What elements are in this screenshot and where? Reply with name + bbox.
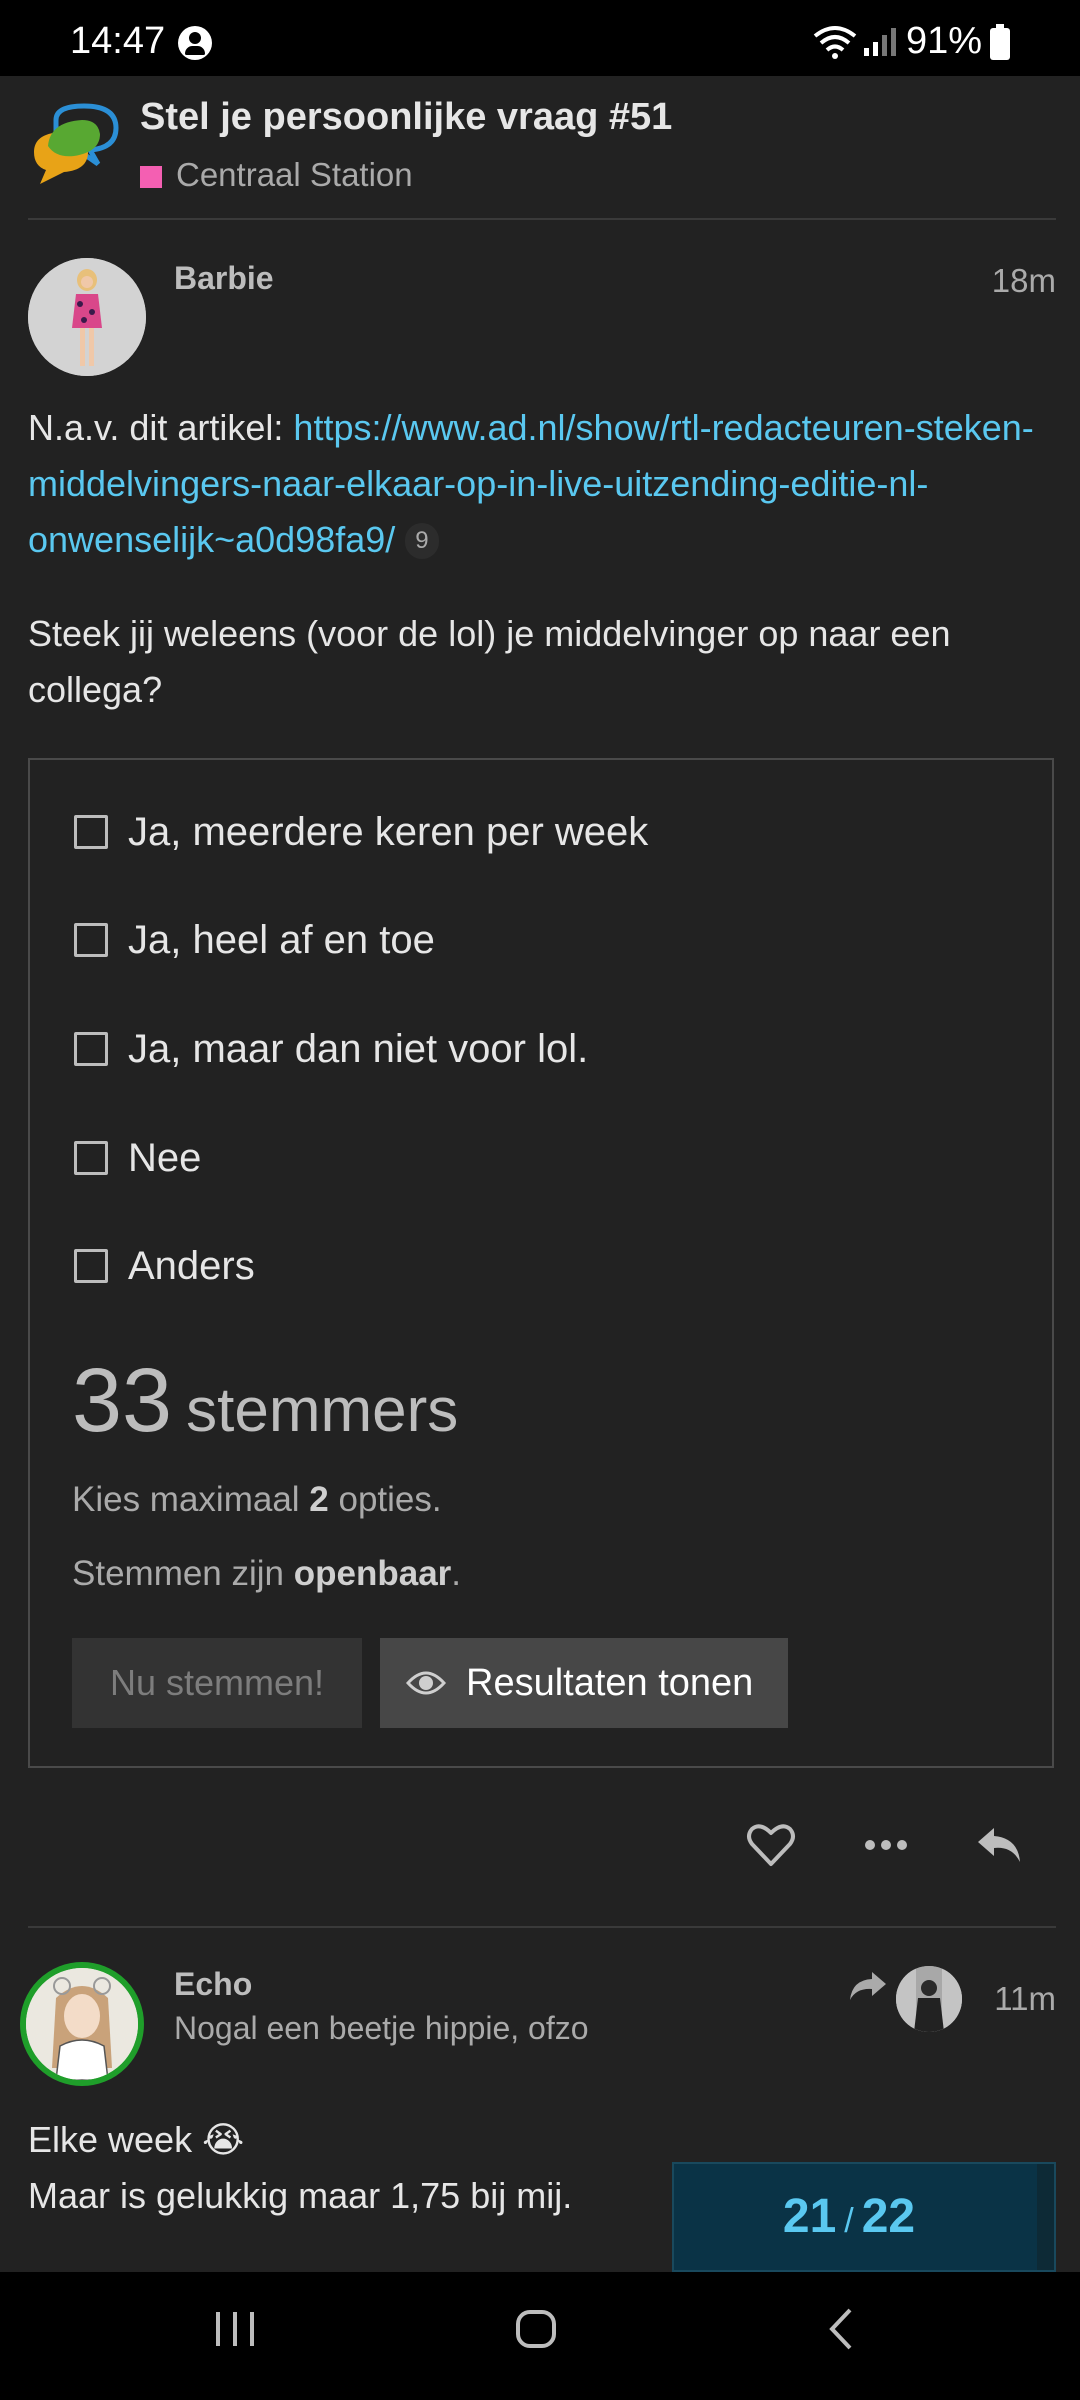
vote-button[interactable]: Nu stemmen! bbox=[72, 1638, 362, 1728]
like-heart-icon[interactable] bbox=[746, 1822, 796, 1868]
signal-icon bbox=[864, 28, 896, 56]
category-badge[interactable]: Centraal Station bbox=[140, 156, 413, 194]
progress-current: 21 bbox=[782, 2190, 837, 2243]
post-username[interactable]: Echo bbox=[174, 1966, 252, 2003]
voters-label: stemmers bbox=[186, 1376, 459, 1445]
reply-icon[interactable] bbox=[974, 1822, 1024, 1868]
poll-option[interactable]: Ja, meerdere keren per week bbox=[74, 802, 648, 862]
more-options-icon[interactable] bbox=[862, 1822, 910, 1868]
poll-option-label: Ja, meerdere keren per week bbox=[128, 810, 649, 854]
checkbox-icon[interactable] bbox=[74, 815, 108, 849]
topic-title[interactable]: Stel je persoonlijke vraag #51 bbox=[140, 96, 672, 139]
post-age[interactable]: 18m bbox=[992, 262, 1056, 300]
poll-option[interactable]: Nee bbox=[74, 1128, 201, 1188]
post-age[interactable]: 11m bbox=[994, 1980, 1056, 2018]
barbie-avatar-image bbox=[28, 258, 146, 376]
avatar[interactable] bbox=[20, 1962, 144, 2086]
poll-option-label: Nee bbox=[128, 1136, 202, 1180]
post-text-line: Maar is gelukkig maar 1,75 bij mij. bbox=[28, 2175, 573, 2216]
link-click-count: 9 bbox=[405, 523, 439, 559]
back-icon[interactable] bbox=[820, 2306, 866, 2352]
recent-apps-icon[interactable] bbox=[212, 2306, 258, 2352]
eye-icon bbox=[406, 1671, 446, 1695]
battery-icon bbox=[990, 24, 1010, 60]
post-body: N.a.v. dit artikel: https://www.ad.nl/sh… bbox=[28, 400, 1058, 568]
checkbox-icon[interactable] bbox=[74, 1032, 108, 1066]
battery-percentage: 91% bbox=[906, 20, 983, 62]
post-intro-text: N.a.v. dit artikel: bbox=[28, 407, 294, 448]
show-results-label: Resultaten tonen bbox=[466, 1662, 754, 1704]
progress-separator: / bbox=[844, 2202, 854, 2240]
category-name: Centraal Station bbox=[176, 156, 413, 193]
header-divider bbox=[28, 218, 1056, 220]
status-time: 14:47 bbox=[70, 20, 166, 62]
user-title: Nogal een beetje hippie, ofzo bbox=[174, 2010, 589, 2046]
category-color-swatch bbox=[140, 166, 162, 188]
site-logo-icon[interactable] bbox=[26, 100, 124, 190]
poll: Ja, meerdere keren per week Ja, heel af … bbox=[28, 758, 1054, 1768]
checkbox-icon[interactable] bbox=[74, 1249, 108, 1283]
echo-avatar-image bbox=[26, 1968, 138, 2080]
reply-to-avatar[interactable] bbox=[896, 1966, 962, 2032]
voters-count: 33 bbox=[72, 1351, 173, 1451]
post-username[interactable]: Barbie bbox=[174, 260, 274, 297]
show-results-button[interactable]: Resultaten tonen bbox=[380, 1638, 788, 1728]
progress-counter: 21/22 bbox=[674, 2164, 1024, 2274]
poll-option[interactable]: Ja, maar dan niet voor lol. bbox=[74, 1019, 588, 1079]
progress-total: 22 bbox=[861, 2190, 916, 2243]
status-bar: 14:47 91% bbox=[0, 0, 1080, 76]
post-question: Steek jij weleens (voor de lol) je midde… bbox=[28, 613, 951, 710]
post-divider bbox=[28, 1926, 1056, 1928]
reply-to-arrow-icon[interactable] bbox=[848, 1968, 888, 2004]
topic-progress[interactable]: 21/22 bbox=[672, 2162, 1056, 2272]
post-body: Elke week 😭 Maar is gelukkig maar 1,75 b… bbox=[28, 2112, 572, 2224]
topic-header: Stel je persoonlijke vraag #51 Centraal … bbox=[0, 76, 1080, 218]
poll-option-label: Ja, heel af en toe bbox=[128, 918, 435, 962]
reply-to-avatar-image bbox=[896, 1966, 962, 2032]
poll-max-options-info: Kies maximaal 2 opties. bbox=[72, 1480, 442, 1519]
post-text-line: Elke week 😭 bbox=[28, 2119, 245, 2160]
avatar[interactable] bbox=[28, 258, 146, 376]
poll-option[interactable]: Anders bbox=[74, 1236, 255, 1296]
checkbox-icon[interactable] bbox=[74, 923, 108, 957]
checkbox-icon[interactable] bbox=[74, 1141, 108, 1175]
home-icon[interactable] bbox=[514, 2306, 560, 2352]
poll-visibility-info: Stemmen zijn openbaar. bbox=[72, 1554, 462, 1593]
account-status-icon bbox=[178, 26, 212, 60]
poll-option-label: Ja, maar dan niet voor lol. bbox=[128, 1027, 589, 1071]
poll-option-label: Anders bbox=[128, 1244, 255, 1288]
poll-option[interactable]: Ja, heel af en toe bbox=[74, 910, 435, 970]
poll-voters: 33 stemmers bbox=[72, 1350, 458, 1453]
wifi-icon bbox=[813, 26, 857, 59]
system-navigation-bar bbox=[0, 2272, 1080, 2400]
